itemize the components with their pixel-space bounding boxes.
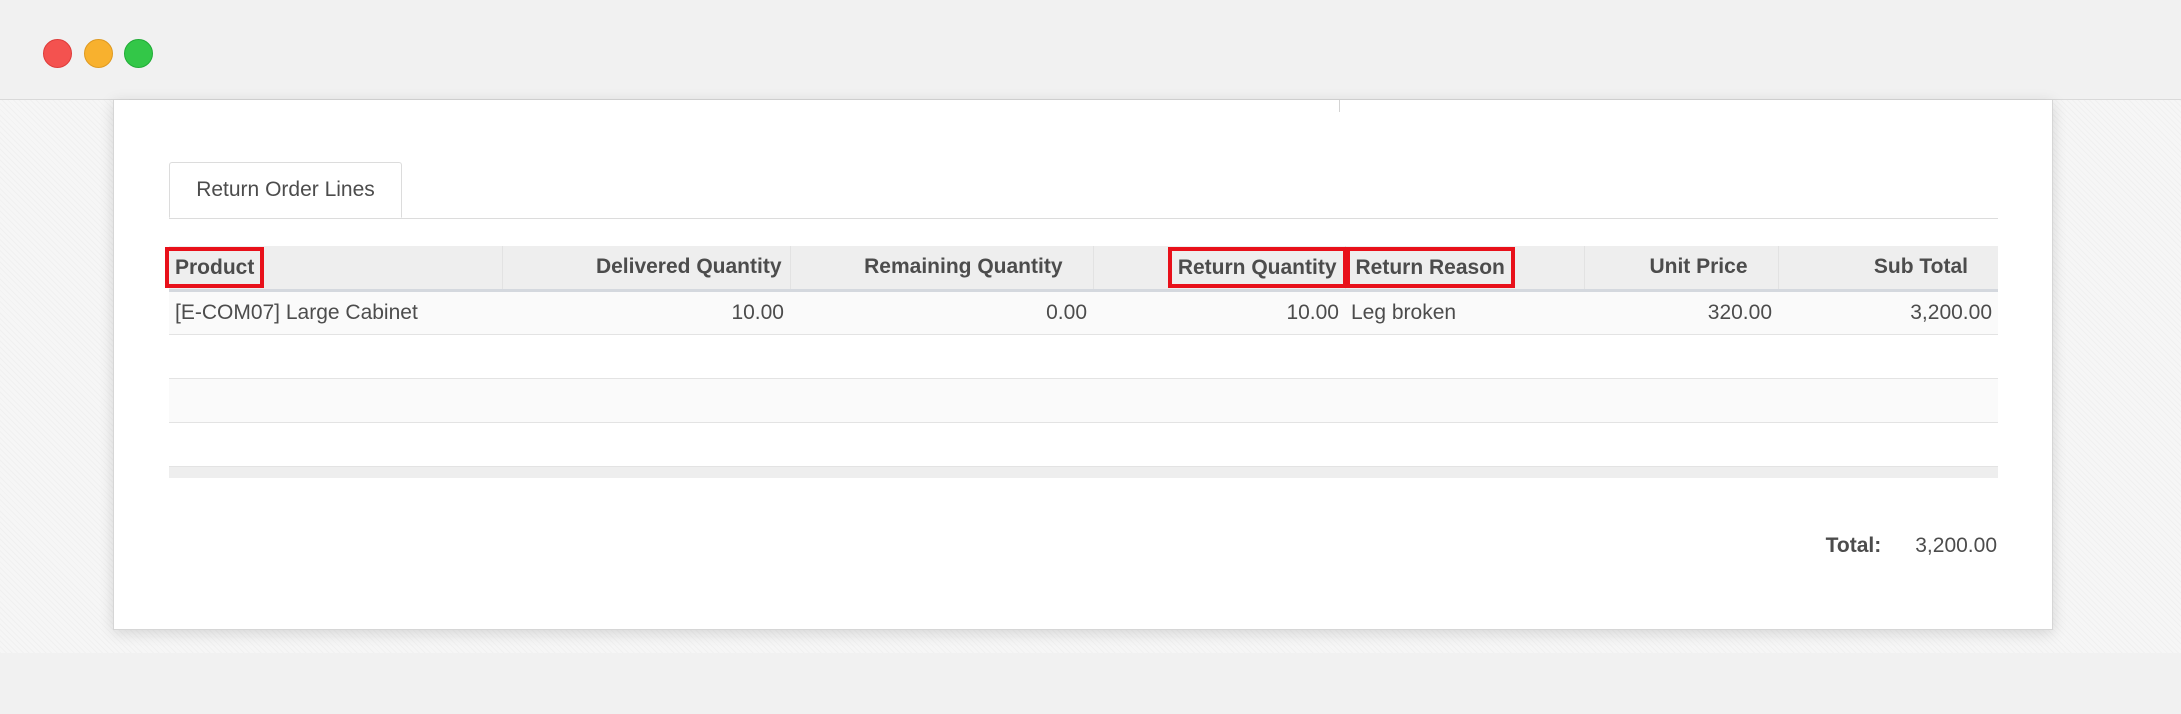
cell-sub-total[interactable]: 3,200.00 [1778, 290, 1998, 335]
column-header-unit-price[interactable]: Unit Price [1583, 246, 1778, 292]
tab-return-order-lines[interactable]: Return Order Lines [169, 162, 402, 218]
return-order-lines-table: Product Delivered Quantity Remaining Qua… [165, 246, 1998, 478]
column-header-remaining-quantity[interactable]: Remaining Quantity [789, 246, 1093, 292]
empty-table-row [169, 378, 1998, 423]
maximize-window-button[interactable] [124, 39, 153, 68]
form-sheet: Return Order Lines Product Delivered Qua… [113, 100, 2053, 630]
cell-product[interactable]: [E-COM07] Large Cabinet [169, 290, 502, 335]
bottom-strip [0, 653, 2181, 714]
column-header-return-quantity[interactable]: Return Quantity [1092, 246, 1347, 292]
minimize-window-button[interactable] [84, 39, 113, 68]
cell-return-reason[interactable]: Leg broken [1345, 290, 1584, 335]
total-label: Total: [1825, 534, 1882, 557]
table-header-row: Product Delivered Quantity Remaining Qua… [165, 246, 1998, 292]
empty-table-row [169, 422, 1998, 467]
highlight-box: Product [165, 246, 265, 288]
highlight-box: Return Reason [1345, 246, 1515, 288]
column-header-delivered-quantity[interactable]: Delivered Quantity [501, 246, 790, 292]
field-divider [1339, 100, 1340, 112]
column-header-product[interactable]: Product [165, 246, 502, 292]
notebook-tabs: Return Order Lines [169, 162, 1998, 219]
highlight-box: Return Quantity [1167, 246, 1347, 288]
column-header-sub-total[interactable]: Sub Total [1777, 246, 1998, 292]
column-header-return-reason[interactable]: Return Reason [1344, 246, 1584, 292]
cell-delivered-quantity[interactable]: 10.00 [502, 290, 790, 335]
empty-table-row [169, 334, 1998, 379]
close-window-button[interactable] [43, 39, 72, 68]
cell-return-quantity[interactable]: 10.00 [1093, 290, 1345, 335]
order-total: Total: 3,200.00 [1826, 534, 1997, 558]
total-value: 3,200.00 [1915, 534, 1997, 557]
table-row[interactable]: [E-COM07] Large Cabinet 10.00 0.00 10.00… [169, 290, 1998, 335]
cell-unit-price[interactable]: 320.00 [1584, 290, 1778, 335]
table-footer-row [169, 465, 1998, 478]
window-titlebar [0, 0, 2181, 100]
cell-remaining-quantity[interactable]: 0.00 [790, 290, 1093, 335]
